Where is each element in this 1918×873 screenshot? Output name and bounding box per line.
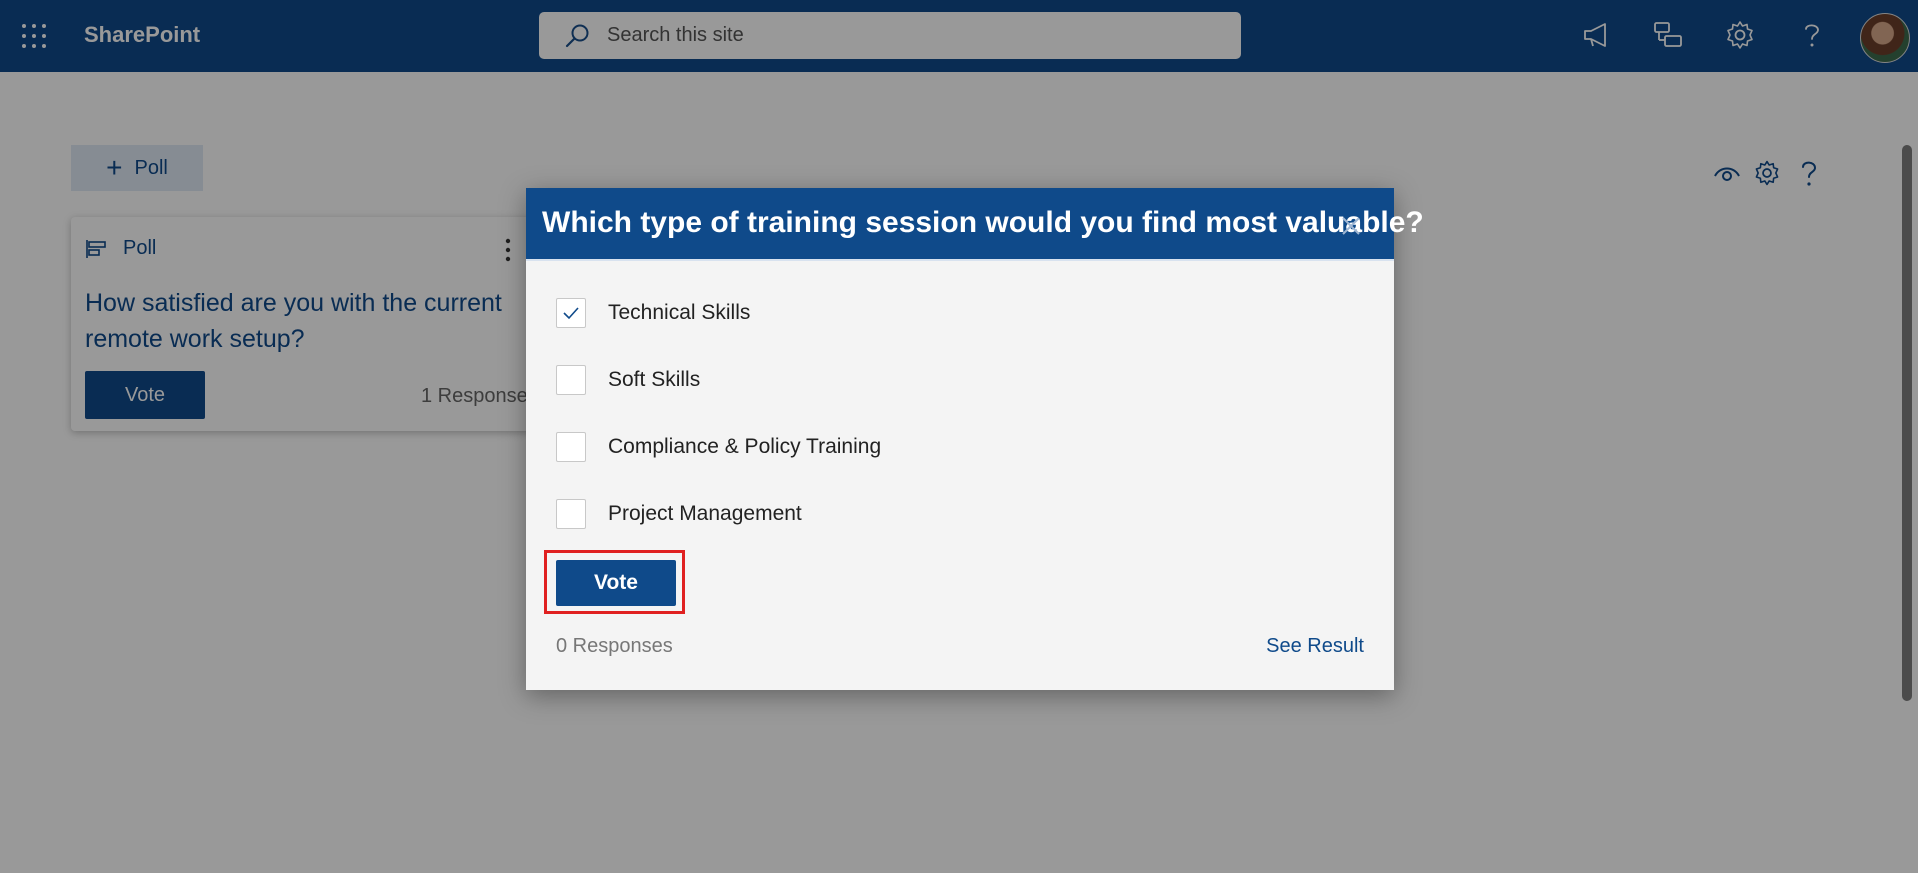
option-label: Soft Skills [608, 368, 701, 391]
option-checkbox[interactable] [556, 499, 586, 529]
checkmark-icon [563, 307, 579, 320]
vote-button[interactable]: Vote [556, 560, 676, 606]
option-technical-skills[interactable]: Technical Skills [556, 298, 750, 328]
option-label: Technical Skills [608, 301, 751, 324]
dialog-title: Which type of training session would you… [542, 206, 1424, 239]
option-label: Project Management [608, 502, 802, 525]
option-checkbox[interactable] [556, 365, 586, 395]
response-count: 0 Responses [556, 635, 673, 657]
scrollbar[interactable] [1902, 145, 1912, 701]
dialog-header: Which type of training session would you… [526, 188, 1424, 261]
option-project-management[interactable]: Project Management [556, 499, 802, 529]
option-checkbox[interactable] [556, 432, 586, 462]
option-checkbox[interactable] [556, 298, 586, 328]
option-soft-skills[interactable]: Soft Skills [556, 365, 700, 395]
poll-dialog: Which type of training session would you… [526, 188, 1424, 690]
option-label: Compliance & Policy Training [608, 435, 882, 458]
close-icon[interactable] [1340, 215, 1362, 237]
see-result-link[interactable]: See Result [1266, 635, 1364, 658]
option-compliance-policy-training[interactable]: Compliance & Policy Training [556, 432, 881, 462]
